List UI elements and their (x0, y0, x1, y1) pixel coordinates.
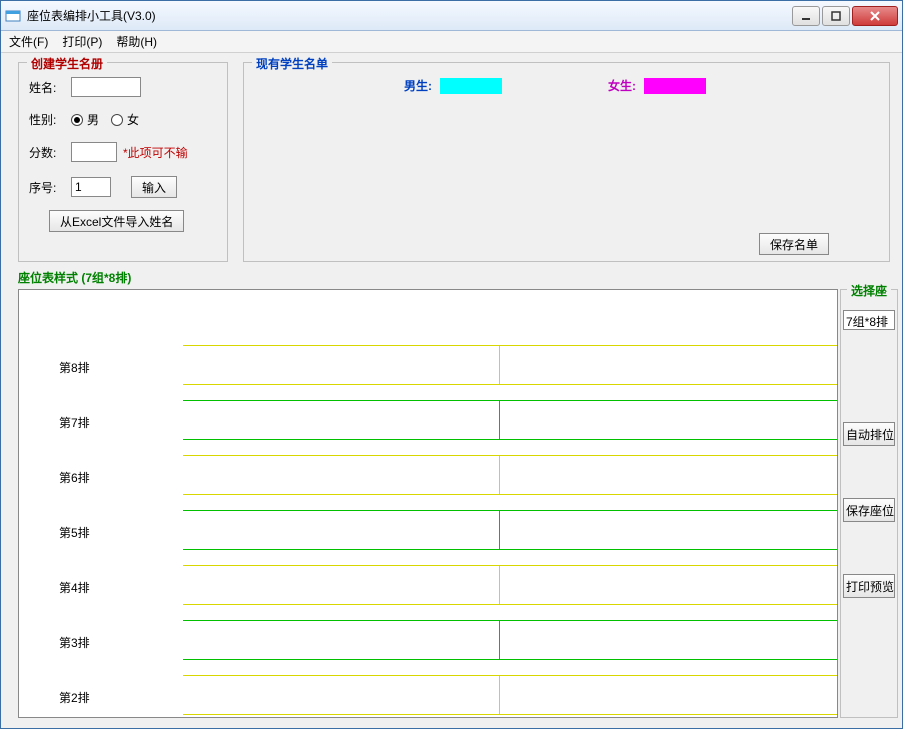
gender-female-radio[interactable]: 女 (111, 111, 139, 128)
import-excel-button[interactable]: 从Excel文件导入姓名 (49, 210, 184, 232)
auto-arrange-button[interactable]: 自动排位 (843, 422, 895, 446)
seat-divider (499, 565, 500, 605)
menu-help[interactable]: 帮助(H) (116, 33, 157, 50)
seat-divider (499, 510, 500, 550)
seat-row[interactable] (183, 400, 838, 440)
seat-row-label: 第8排 (59, 359, 90, 376)
seat-row-label: 第5排 (59, 524, 90, 541)
male-color-swatch (440, 78, 502, 94)
seat-row[interactable] (183, 565, 838, 605)
app-icon (5, 8, 21, 24)
style-select[interactable]: 7组*8排 (843, 310, 895, 330)
gender-label: 性别: (29, 111, 71, 128)
print-preview-button[interactable]: 打印预览 (843, 574, 895, 598)
titlebar: 座位表编排小工具(V3.0) (1, 1, 902, 31)
score-note: *此项可不输 (123, 144, 188, 161)
seat-divider (499, 400, 500, 440)
close-button[interactable] (852, 6, 898, 26)
create-roster-panel: 创建学生名册 姓名: 性别: 男 女 分数: *此项可不输 序号: 输入 从Ex… (18, 62, 228, 262)
student-list-panel: 现有学生名单 男生: 女生: 保存名单 (243, 62, 890, 262)
save-list-button[interactable]: 保存名单 (759, 233, 829, 255)
minimize-button[interactable] (792, 6, 820, 26)
seat-divider (499, 620, 500, 660)
seat-row-label: 第6排 (59, 469, 90, 486)
student-list-body (254, 103, 879, 225)
save-seat-button[interactable]: 保存座位表 (843, 498, 895, 522)
seat-area: 第8排第7排第6排第5排第4排第3排第2排第1排 (18, 289, 838, 718)
male-legend-label: 男生: (404, 77, 432, 94)
menubar: 文件(F) 打印(P) 帮助(H) (1, 31, 902, 53)
seat-row-label: 第7排 (59, 414, 90, 431)
menu-file[interactable]: 文件(F) (9, 33, 48, 50)
seat-row[interactable] (183, 675, 838, 715)
seat-row[interactable] (183, 345, 838, 385)
legend-box: 男生: 女生: (404, 77, 706, 94)
seat-row[interactable] (183, 620, 838, 660)
name-label: 姓名: (29, 79, 71, 96)
seq-input[interactable] (71, 177, 111, 197)
seat-row-label: 第4排 (59, 579, 90, 596)
seq-label: 序号: (29, 179, 71, 196)
side-panel: 选择座 7组*8排 自动排位 保存座位表 打印预览 (840, 289, 898, 718)
seat-row[interactable] (183, 455, 838, 495)
female-color-swatch (644, 78, 706, 94)
create-roster-legend: 创建学生名册 (27, 55, 107, 72)
side-legend: 选择座 (847, 282, 891, 299)
seat-divider (499, 345, 500, 385)
name-input[interactable] (71, 77, 141, 97)
student-list-legend: 现有学生名单 (252, 55, 332, 72)
score-input[interactable] (71, 142, 117, 162)
client-area: 创建学生名册 姓名: 性别: 男 女 分数: *此项可不输 序号: 输入 从Ex… (3, 54, 900, 726)
seat-divider (499, 675, 500, 715)
seat-row-label: 第3排 (59, 634, 90, 651)
window-title: 座位表编排小工具(V3.0) (27, 7, 792, 24)
gender-male-radio[interactable]: 男 (71, 111, 99, 128)
seat-row[interactable] (183, 510, 838, 550)
window-controls (792, 6, 898, 26)
enter-button[interactable]: 输入 (131, 176, 177, 198)
app-window: 座位表编排小工具(V3.0) 文件(F) 打印(P) 帮助(H) 创建学生名册 … (0, 0, 903, 729)
menu-print[interactable]: 打印(P) (62, 33, 102, 50)
seat-row-label: 第2排 (59, 689, 90, 706)
seat-style-label: 座位表样式 (7组*8排) (18, 269, 131, 286)
maximize-button[interactable] (822, 6, 850, 26)
seat-divider (499, 455, 500, 495)
score-label: 分数: (29, 144, 71, 161)
female-legend-label: 女生: (608, 77, 636, 94)
